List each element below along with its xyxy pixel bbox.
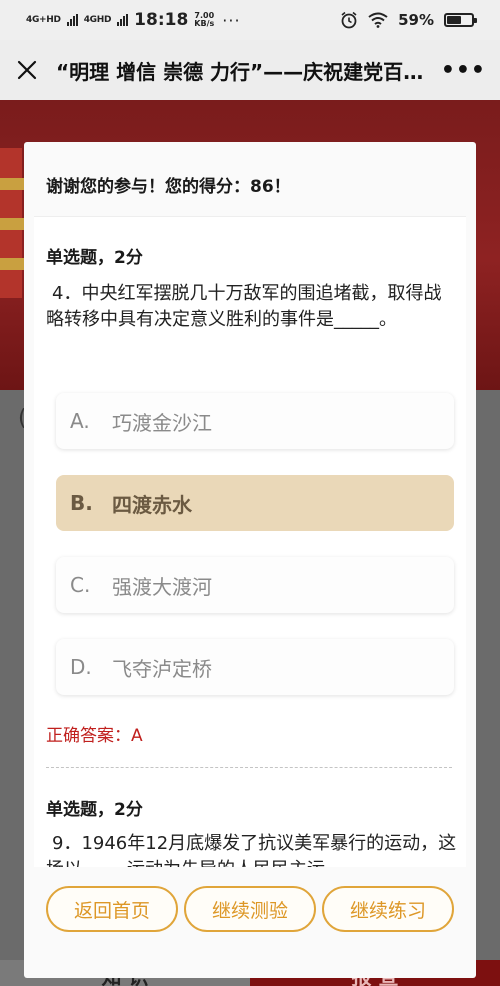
correct-answer: 正确答案：A (46, 726, 143, 746)
question-type: 单选题，2分 (46, 248, 143, 268)
continue-practice-button[interactable]: 继续练习 (322, 886, 454, 932)
signal-bars-icon (117, 14, 129, 26)
option-key: A. (70, 409, 90, 433)
close-button[interactable] (12, 55, 42, 85)
option-key: D. (70, 655, 92, 679)
status-more-icon: ··· (222, 10, 241, 30)
alarm-icon (341, 11, 357, 29)
question-type: 单选题，2分 (46, 800, 143, 820)
result-dialog: 谢谢您的参与！您的得分：86！ 单选题，2分 4．中央红军摆脱几十万敌军的围追堵… (24, 142, 476, 978)
option-label: 四渡赤水 (112, 492, 192, 517)
continue-test-button[interactable]: 继续测验 (184, 886, 316, 932)
option-key: B. (70, 491, 93, 515)
title-bar: “明理 增信 崇德 力行”——庆祝建党百年党… ••• (0, 40, 500, 100)
option-a[interactable]: A. 巧渡金沙江 (56, 393, 454, 449)
close-icon (17, 60, 37, 80)
clock: 18:18 (134, 10, 189, 30)
network-speed-unit: KB/s (194, 19, 215, 28)
battery-level (447, 16, 461, 24)
score-text: 谢谢您的参与！您的得分：86！ (46, 177, 291, 197)
network-speed: 7.00 KB/s (194, 12, 214, 28)
review-scroll-area[interactable]: 单选题，2分 4．中央红军摆脱几十万敌军的围追堵截，取得战略转移中具有决定意义胜… (34, 216, 466, 867)
option-key: C. (70, 573, 91, 597)
status-bar: 4G+HD 4GHD 18:18 7.00 KB/s ··· 59% (0, 0, 500, 40)
page-title: “明理 增信 崇德 力行”——庆祝建党百年党… (56, 59, 436, 84)
signal-bars-icon (66, 14, 78, 26)
battery-icon (444, 13, 477, 27)
option-label: 巧渡金沙江 (112, 410, 212, 435)
option-c[interactable]: C. 强渡大渡河 (56, 557, 454, 613)
option-b[interactable]: B. 四渡赤水 (56, 475, 454, 531)
signal-indicator-2: 4GHD (83, 14, 112, 25)
signal-indicator-1: 4G+HD (26, 14, 61, 25)
battery-percent: 59% (398, 11, 434, 29)
option-label: 强渡大渡河 (112, 574, 212, 599)
question-text: 9．1946年12月底爆发了抗议美军暴行的运动，这场以_____运动为先导的人民… (46, 833, 457, 867)
dialog-actions: 返回首页 继续测验 继续练习 (24, 874, 476, 934)
more-options-button[interactable]: ••• (441, 58, 486, 83)
signal-label-1: 4G+HD (26, 14, 61, 25)
question-text: 4．中央红军摆脱几十万敌军的围追堵截，取得战略转移中具有决定意义胜利的事件是__… (46, 283, 442, 330)
signal-label-2: 4GHD (83, 14, 112, 25)
back-home-button[interactable]: 返回首页 (46, 886, 178, 932)
option-label: 飞夺泸定桥 (112, 656, 212, 681)
question-divider (46, 767, 452, 768)
option-d[interactable]: D. 飞夺泸定桥 (56, 639, 454, 695)
wifi-icon (368, 12, 388, 28)
